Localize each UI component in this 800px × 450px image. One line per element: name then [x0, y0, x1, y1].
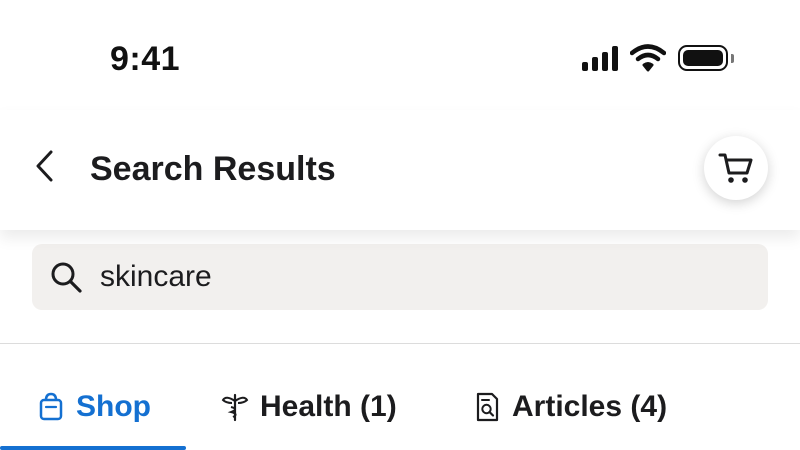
back-button[interactable] — [24, 146, 64, 186]
search-bar[interactable] — [32, 244, 768, 310]
shopping-bag-icon — [36, 392, 66, 422]
cellular-signal-icon — [582, 45, 618, 71]
active-tab-indicator — [0, 446, 186, 450]
tab-articles[interactable]: Articles (4) — [472, 384, 667, 430]
tab-articles-label: Articles (4) — [512, 390, 668, 423]
status-bar: 9:41 — [0, 0, 800, 110]
search-input[interactable] — [100, 255, 768, 299]
search-icon — [46, 257, 86, 297]
page-title: Search Results — [90, 150, 336, 188]
battery-icon — [678, 45, 734, 71]
tab-health-label: Health (1) — [260, 390, 397, 423]
wifi-icon — [630, 44, 666, 72]
result-tabs: Shop Health (1) Articles (4) — [0, 370, 800, 450]
document-search-icon — [472, 392, 502, 422]
search-results-screen: 9:41 Search Results skincare Shop Health… — [0, 0, 800, 450]
chevron-left-icon — [36, 150, 53, 182]
tab-health[interactable]: Health (1) — [220, 384, 397, 430]
tab-shop[interactable]: Shop — [36, 384, 151, 430]
divider — [0, 343, 800, 344]
app-header: Search Results — [0, 110, 800, 230]
shopping-cart-icon — [718, 153, 753, 183]
status-time: 9:41 — [110, 40, 181, 78]
tab-shop-label: Shop — [76, 390, 151, 423]
caduceus-icon — [220, 392, 250, 422]
status-icons — [582, 44, 734, 72]
cart-button[interactable] — [704, 136, 768, 200]
